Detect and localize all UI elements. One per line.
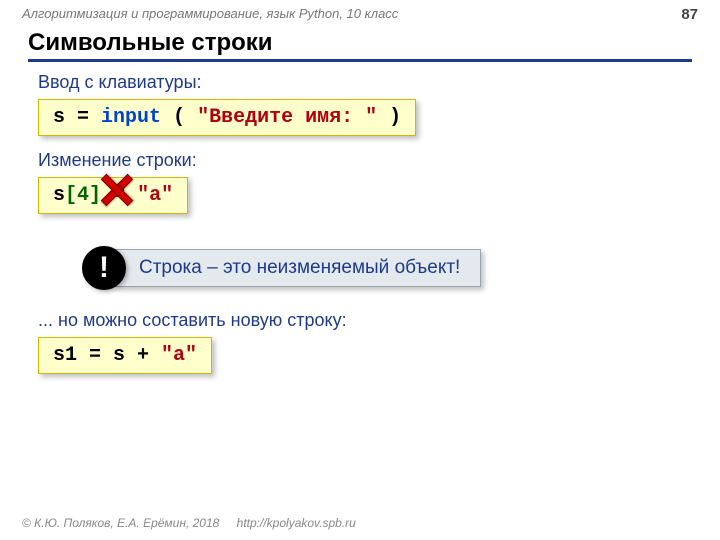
code-newstring: s1 = s + "a"	[38, 337, 212, 374]
code-modify-wrap: s[4] = "a"	[38, 177, 188, 228]
section-newstring-label: ... но можно составить новую строку:	[38, 310, 682, 331]
section-modify-label: Изменение строки:	[38, 150, 682, 171]
callout: ! Строка – это неизменяемый объект!	[82, 246, 682, 290]
footer-url: http://kpolyakov.spb.ru	[237, 516, 356, 530]
slide-footer: © К.Ю. Поляков, Е.А. Ерёмин, 2018 http:/…	[22, 516, 356, 530]
slide-header: Алгоритмизация и программирование, язык …	[0, 0, 720, 25]
course-name: Алгоритмизация и программирование, язык …	[22, 6, 398, 23]
exclamation-icon: !	[82, 246, 126, 290]
slide-content: Ввод с клавиатуры: s = input ( "Введите …	[0, 64, 720, 388]
copyright: © К.Ю. Поляков, Е.А. Ерёмин, 2018	[22, 516, 219, 530]
code-input: s = input ( "Введите имя: " )	[38, 99, 416, 136]
callout-text: Строка – это неизменяемый объект!	[114, 249, 481, 287]
code-modify: s[4] = "a"	[38, 177, 188, 214]
page-title: Символьные строки	[28, 29, 692, 62]
section-input-label: Ввод с клавиатуры:	[38, 72, 682, 93]
page-number: 87	[681, 6, 698, 23]
